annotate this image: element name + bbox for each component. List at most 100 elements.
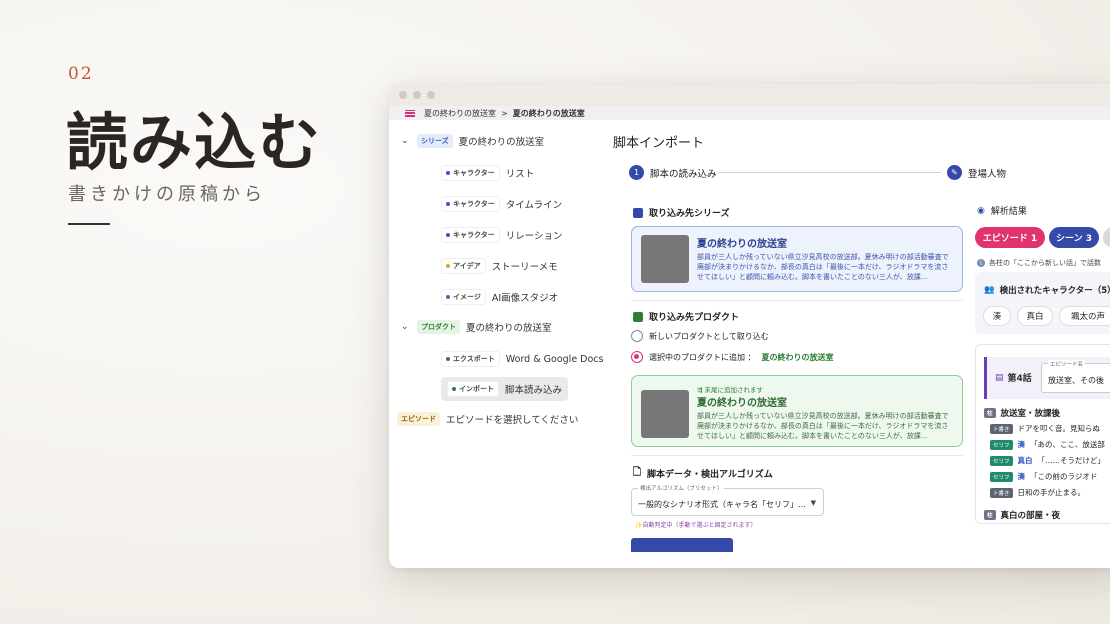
dot-icon [446, 202, 450, 206]
breadcrumb-parent[interactable]: 夏の終わりの放送室 [424, 108, 496, 119]
pencil-icon: ✎ [947, 165, 962, 180]
file-plus-icon: 🗋 [633, 467, 642, 478]
tree-item-idea-memo[interactable]: アイデア ストーリーメモ [441, 258, 558, 274]
algorithm-select[interactable]: 検出アルゴリズム（プリセット） 一般的なシナリオ形式（キャラ名「セリフ」… ▼ [631, 484, 824, 516]
extra-pill[interactable] [1103, 227, 1110, 248]
script-preview: ▤ 第4話 エピソード名 放送室、その後 柱 放送室・放課後 ト書き ドアを叩く… [975, 344, 1110, 524]
tree-series[interactable]: ⌄ シリーズ 夏の終わりの放送室 [401, 134, 544, 148]
archive-icon [633, 311, 643, 322]
scene-title: 放送室・放課後 [1000, 409, 1061, 419]
results-panel: ◉ 解析結果 エピソード 1 シーン 3 i 各柱の「ここから新しい話」で話数 … [975, 204, 1110, 568]
section-title: 脚本データ・検出アルゴリズム [647, 470, 773, 480]
hero-underline [68, 223, 110, 225]
product-card-title: 夏の終わりの放送室 [697, 398, 787, 409]
divider [631, 455, 963, 456]
tree-item-import[interactable]: インポート 脚本読み込み [441, 377, 569, 401]
script-line: セリフ 真白 「……そうだけど」 [990, 455, 1105, 466]
line-type: ト書き [990, 487, 1013, 498]
tree-item-image-studio[interactable]: イメージ AI画像スタジオ [441, 289, 558, 305]
window-dot-minimize[interactable] [413, 91, 421, 99]
field-value: 放送室、その後 [1048, 376, 1104, 385]
item-label: 脚本読み込み [505, 385, 563, 396]
step-1[interactable]: 1 脚本の読み込み [629, 165, 717, 180]
eye-icon: ◉ [977, 205, 985, 216]
radio-label: 新しいプロダクトとして取り込む [649, 331, 769, 341]
episode-count-pill[interactable]: エピソード 1 [975, 227, 1045, 248]
radio-add-to-product[interactable]: 選択中のプロダクトに追加 ： 夏の終わりの放送室 [631, 351, 834, 363]
import-button[interactable] [631, 538, 733, 552]
radio-new-product[interactable]: 新しいプロダクトとして取り込む [631, 330, 769, 342]
episode-placeholder: エピソードを選択してください [446, 415, 579, 426]
series-thumbnail [641, 235, 689, 283]
breadcrumb: 夏の終わりの放送室 > 夏の終わりの放送室 [389, 106, 1110, 120]
divider [631, 300, 963, 301]
episode-header: ▤ 第4話 エピソード名 放送室、その後 [984, 357, 1110, 399]
chevron-down-icon[interactable]: ⌄ [401, 136, 411, 146]
append-note: ⇶ 末尾に追加されます [697, 386, 764, 394]
item-tag: キャラクター [441, 196, 500, 212]
scene-heading: 柱 真白の部屋・夜 [984, 509, 1060, 521]
tree-product[interactable]: ⌄ プロダクト 夏の終わりの放送室 [401, 320, 552, 334]
page-title: 脚本インポート [613, 136, 705, 151]
library-icon [633, 207, 643, 218]
episode-tag: エピソード [397, 412, 440, 426]
dot-icon [446, 171, 450, 175]
main-panel: 脚本インポート 1 脚本の読み込み ✎ 登場人物 取り込み先シリーズ 夏の終わり… [611, 120, 1110, 568]
step-connector [719, 172, 941, 173]
field-label: エピソード名 [1048, 360, 1086, 368]
product-card[interactable]: ⇶ 末尾に追加されます 夏の終わりの放送室 部員が三人しか残っていない県立汐見高… [631, 375, 963, 447]
product-label: 夏の終わりの放送室 [466, 323, 552, 334]
section-title: 取り込み先プロダクト [649, 313, 740, 323]
tree-item-export[interactable]: エクスポート Word & Google Docs [441, 351, 603, 367]
character-chip[interactable]: 湊 [983, 306, 1011, 326]
tree-item-character-list[interactable]: キャラクター リスト [441, 165, 534, 181]
item-tag: キャラクター [441, 165, 500, 181]
scene-count-pill[interactable]: シーン 3 [1049, 227, 1099, 248]
line-text: 日和の手が止まる。 [1017, 488, 1086, 497]
item-label: リレーション [505, 231, 563, 242]
line-type: セリフ [990, 455, 1013, 466]
tree-item-character-timeline[interactable]: キャラクター タイムライン [441, 196, 562, 212]
chevron-down-icon[interactable]: ⌄ [401, 322, 411, 332]
item-label: AI画像スタジオ [491, 293, 559, 304]
menu-icon[interactable] [405, 109, 415, 117]
item-tag-text: キャラクター [453, 200, 495, 208]
script-line: ト書き 日和の手が止まる。 [990, 487, 1085, 498]
item-label: タイムライン [505, 200, 563, 211]
radio-button[interactable] [631, 330, 643, 342]
line-text: 「この前のラジオド [1030, 472, 1098, 481]
dot-icon [446, 295, 450, 299]
series-section-heading: 取り込み先シリーズ [633, 206, 730, 219]
script-line: ト書き ドアを叩く音。見知らぬ [990, 423, 1100, 434]
hero-title: 読み込む [66, 106, 323, 179]
section-number: 02 [68, 64, 94, 84]
line-text: ドアを叩く音。見知らぬ [1017, 424, 1101, 433]
character-chip[interactable]: 真白 [1017, 306, 1053, 326]
radio-button-selected[interactable] [631, 351, 643, 363]
series-card-title: 夏の終わりの放送室 [697, 239, 787, 250]
series-card-desc: 部員が三人しか残っていない県立汐見高校の放送部。夏休み明けの部活動審査で廃部が決… [697, 253, 949, 281]
item-tag: アイデア [441, 258, 486, 274]
caret-down-icon: ▼ [810, 499, 816, 507]
step-2[interactable]: ✎ 登場人物 [947, 165, 1006, 180]
section-title: 取り込み先シリーズ [649, 209, 730, 219]
tree-item-character-relation[interactable]: キャラクター リレーション [441, 227, 563, 243]
window-dot-maximize[interactable] [427, 91, 435, 99]
detected-characters: 👥 検出されたキャラクター（5） 湊 真白 颯太の声 [975, 272, 1110, 334]
series-tag: シリーズ [417, 134, 453, 148]
series-card[interactable]: 夏の終わりの放送室 部員が三人しか残っていない県立汐見高校の放送部。夏休み明けの… [631, 226, 963, 292]
episode-name-field[interactable]: エピソード名 放送室、その後 [1041, 360, 1110, 393]
characters-title: 検出されたキャラクター（5） [999, 286, 1110, 296]
product-card-desc: 部員が三人しか残っていない県立汐見高校の放送部。夏休み明けの部活動審査で廃部が決… [697, 412, 949, 440]
tree-episode[interactable]: エピソード エピソードを選択してください [397, 412, 578, 426]
algo-section-heading: 🗋 脚本データ・検出アルゴリズム [633, 465, 773, 482]
item-tag-text: エクスポート [453, 355, 495, 363]
hero-subtitle: 書きかけの原稿から [68, 184, 266, 205]
item-tag: イメージ [441, 289, 486, 305]
character-chip[interactable]: 颯太の声 [1059, 306, 1110, 326]
item-tag: エクスポート [441, 351, 500, 367]
episode-label: 第4話 [1007, 374, 1032, 384]
line-text: 「あの、ここ、放送部 [1030, 440, 1105, 449]
dot-icon [446, 264, 450, 268]
window-dot-close[interactable] [399, 91, 407, 99]
